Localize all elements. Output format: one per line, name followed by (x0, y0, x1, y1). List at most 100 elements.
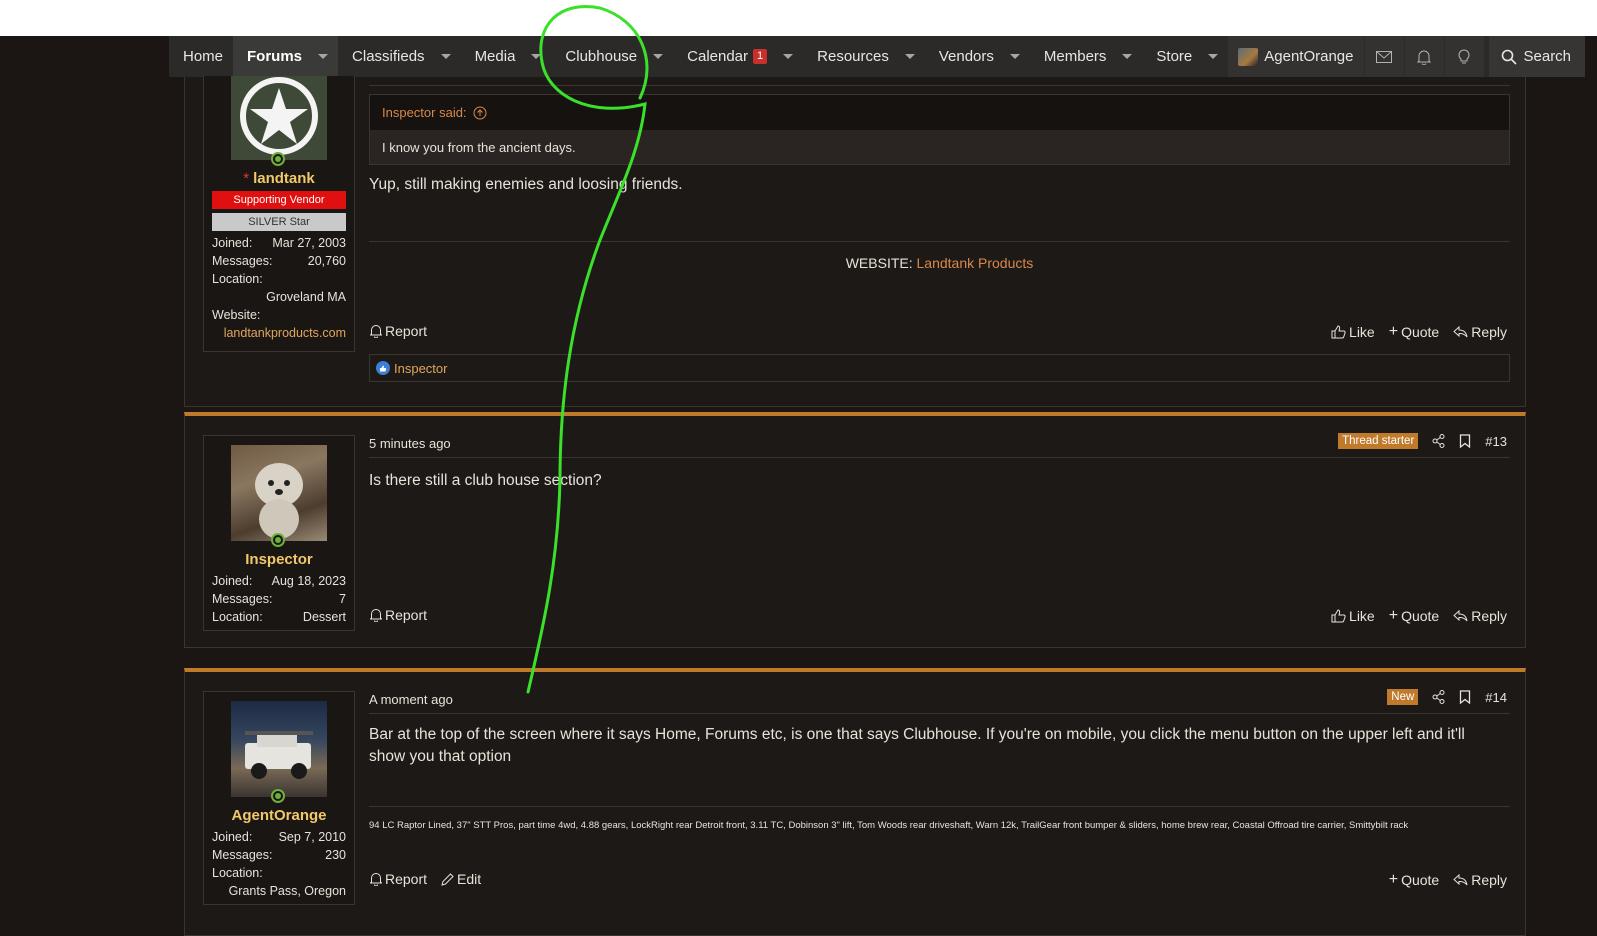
nav-forums-label: Forums (247, 48, 303, 65)
star-emblem-icon (240, 77, 318, 155)
asterisk-icon: * (243, 170, 250, 187)
reply-arrow-icon (1453, 874, 1468, 886)
reply-label: Reply (1471, 608, 1507, 624)
nav-members[interactable]: Members (1030, 36, 1143, 77)
thread-starter-badge: Thread starter (1338, 433, 1419, 449)
edit-button[interactable]: Edit (441, 871, 481, 887)
chevron-down-icon[interactable] (531, 54, 542, 59)
chevron-down-icon[interactable] (440, 54, 451, 59)
stat-location: Location: (212, 270, 346, 288)
post-meta-right: New #14 (1387, 689, 1507, 705)
pencil-icon (441, 872, 454, 886)
arrow-up-circle-icon[interactable] (473, 106, 487, 120)
stat-joined: Joined: Aug 18, 2023 (212, 572, 346, 590)
chevron-down-icon[interactable] (783, 54, 794, 59)
reply-arrow-icon (1453, 326, 1468, 338)
username[interactable]: Inspector (212, 551, 346, 568)
stat-website: Website: (212, 306, 346, 324)
bookmark-icon[interactable] (1459, 434, 1471, 448)
post-actions-left: Report (370, 323, 427, 339)
post-timestamp[interactable]: A moment ago (369, 692, 453, 707)
quote-label: Quote (1401, 324, 1440, 340)
avatar[interactable] (231, 445, 327, 547)
report-button[interactable]: Report (370, 323, 427, 339)
reply-button[interactable]: Reply (1453, 323, 1507, 341)
stat-messages: Messages: 230 (212, 846, 346, 864)
quote-button[interactable]: + Quote (1389, 607, 1439, 625)
username-text: landtank (253, 170, 315, 187)
inbox-icon[interactable] (1363, 36, 1404, 77)
silver-star-banner: SILVER Star (212, 213, 346, 231)
post-number[interactable]: #14 (1485, 690, 1507, 705)
report-button[interactable]: Report (370, 607, 427, 623)
post-landtank: * landtank Supporting Vendor SILVER Star … (184, 76, 1526, 407)
quote-header[interactable]: Inspector said: (370, 95, 1509, 130)
post-actions-left: Report (370, 607, 427, 623)
stat-label: Messages: (212, 592, 273, 606)
signature-divider (369, 806, 1510, 807)
avatar (1238, 47, 1259, 66)
like-button[interactable]: Like (1331, 607, 1375, 625)
stat-value: Mar 27, 2003 (272, 236, 346, 250)
stat-label: Messages: (212, 254, 273, 268)
post-timestamp[interactable]: 5 minutes ago (369, 436, 451, 451)
account-menu[interactable]: AgentOrange (1228, 36, 1364, 77)
quote-button[interactable]: + Quote (1389, 323, 1439, 341)
share-icon[interactable] (1432, 434, 1445, 448)
like-label: Like (1349, 324, 1375, 340)
stat-label: Joined: (212, 574, 253, 588)
stat-value: Aug 18, 2023 (271, 574, 346, 588)
username[interactable]: * landtank (212, 170, 346, 187)
nav-clubhouse[interactable]: Clubhouse (551, 36, 673, 77)
user-info-landtank: * landtank Supporting Vendor SILVER Star … (203, 76, 355, 352)
lightbulb-icon[interactable] (1443, 36, 1484, 77)
avatar[interactable] (231, 701, 327, 803)
username[interactable]: AgentOrange (212, 807, 346, 824)
reaction-user-link[interactable]: Inspector (394, 361, 447, 376)
nav-home[interactable]: Home (169, 36, 233, 77)
report-button[interactable]: Report (370, 871, 427, 887)
chevron-down-icon[interactable] (1009, 54, 1020, 59)
quote-author: Inspector said: (382, 105, 467, 120)
chevron-down-icon[interactable] (318, 54, 329, 59)
user-info-agentorange: AgentOrange Joined: Sep 7, 2010 Messages:… (203, 691, 355, 905)
nav-forums[interactable]: Forums (233, 36, 339, 77)
quote-label: Quote (1401, 872, 1440, 888)
post-actions-right: + Quote Reply (1389, 871, 1507, 889)
avatar[interactable] (231, 76, 327, 166)
stat-value: 20,760 (307, 254, 346, 268)
divider (369, 713, 1510, 714)
stat-location-value: Groveland MA (266, 290, 346, 304)
post-actions-right: Like + Quote Reply (1331, 607, 1507, 625)
bell-icon (370, 325, 382, 338)
chevron-down-icon[interactable] (904, 54, 915, 59)
search-icon (1501, 49, 1517, 65)
chevron-down-icon[interactable] (1208, 54, 1219, 59)
nav-vendors[interactable]: Vendors (925, 36, 1030, 77)
nav-store[interactable]: Store (1142, 36, 1228, 77)
like-reaction-icon (376, 361, 390, 375)
nav-store-label: Store (1156, 48, 1193, 65)
nav-calendar[interactable]: Calendar 1 (673, 36, 803, 77)
share-icon[interactable] (1432, 690, 1445, 704)
bell-icon[interactable] (1403, 36, 1444, 77)
like-button[interactable]: Like (1331, 323, 1375, 341)
signature-link[interactable]: Landtank Products (917, 255, 1034, 271)
website-link[interactable]: landtankproducts.com (212, 324, 346, 342)
signature: 94 LC Raptor Lined, 37" STT Pros, part t… (369, 820, 1409, 831)
reply-button[interactable]: Reply (1453, 607, 1507, 625)
quote-button[interactable]: + Quote (1389, 871, 1439, 889)
reply-button[interactable]: Reply (1453, 871, 1507, 889)
user-stats: Joined: Mar 27, 2003 Messages: 20,760 Loca… (212, 234, 346, 342)
online-status-icon (271, 533, 285, 547)
chevron-down-icon[interactable] (653, 54, 664, 59)
chevron-down-icon[interactable] (1122, 54, 1133, 59)
nav-media[interactable]: Media (461, 36, 552, 77)
stat-label: Location: (212, 272, 263, 286)
nav-resources[interactable]: Resources (803, 36, 925, 77)
nav-classifieds[interactable]: Classifieds (338, 36, 461, 77)
search-button[interactable]: Search (1488, 36, 1586, 77)
post-number[interactable]: #13 (1485, 434, 1507, 449)
bookmark-icon[interactable] (1459, 690, 1471, 704)
divider (369, 85, 1510, 86)
